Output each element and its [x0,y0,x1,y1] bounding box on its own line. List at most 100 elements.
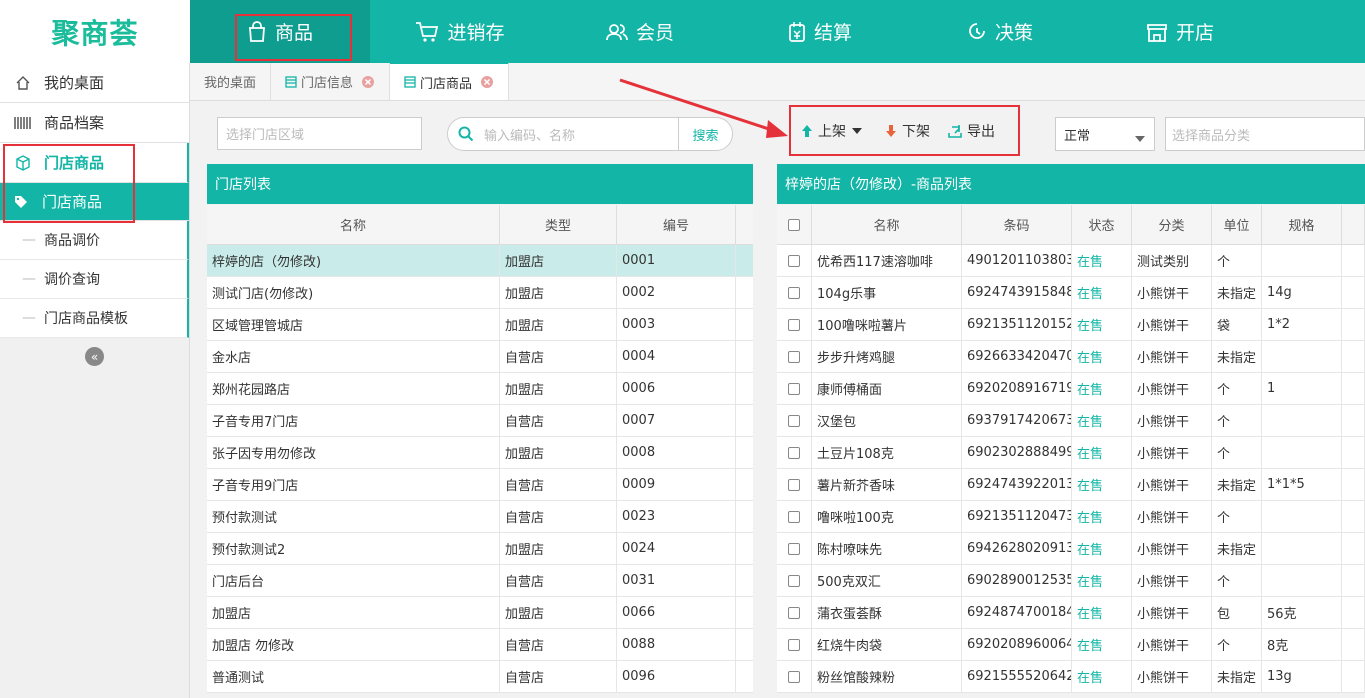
goods-status[interactable]: 在售 [1072,437,1132,468]
table-row[interactable]: 梓婷的店（勿修改) 加盟店 0001 [207,245,753,277]
table-row[interactable]: 门店后台 自营店 0031 [207,565,753,597]
sidebar-item-desk[interactable]: 我的桌面 [0,63,189,103]
sidebar-item-store-goods[interactable]: 门店商品 [0,183,189,221]
goods-status[interactable]: 在售 [1072,469,1132,500]
table-row[interactable]: 普通测试 自营店 0096 [207,661,753,693]
table-row[interactable]: 104g乐事 6924743915848 在售 小熊饼干 未指定 14g [777,277,1365,309]
row-checkbox[interactable] [777,437,812,468]
checkbox[interactable] [788,218,800,231]
goods-status[interactable]: 在售 [1072,597,1132,628]
row-checkbox[interactable] [777,373,812,404]
checkbox[interactable] [788,542,800,555]
goods-status[interactable]: 在售 [1072,405,1132,436]
col-spec[interactable]: 规格 [1262,205,1342,244]
shelve-down-button[interactable]: 下架 [885,121,930,141]
table-row[interactable]: 陈村嘹味先 6942628020913 在售 小熊饼干 未指定 [777,533,1365,565]
row-checkbox[interactable] [777,405,812,436]
row-checkbox[interactable] [777,565,812,596]
goods-status[interactable]: 在售 [1072,565,1132,596]
sidebar-item-template[interactable]: — 门店商品模板 [0,299,189,338]
tab-store-goods[interactable]: 门店商品 [390,62,510,100]
table-row[interactable]: 张子因专用勿修改 加盟店 0008 [207,437,753,469]
checkbox[interactable] [788,446,800,459]
table-row[interactable]: 加盟店 勿修改 自营店 0088 [207,629,753,661]
table-row[interactable]: 区域管理管城店 加盟店 0003 [207,309,753,341]
close-icon[interactable] [361,75,375,89]
table-row[interactable]: 粉丝馆酸辣粉 6921555520642 在售 小熊饼干 未指定 13g [777,661,1365,693]
checkbox[interactable] [788,318,800,331]
table-row[interactable]: 郑州花园路店 加盟店 0006 [207,373,753,405]
checkbox[interactable] [788,382,800,395]
row-checkbox[interactable] [777,245,812,276]
checkbox[interactable] [788,510,800,523]
row-checkbox[interactable] [777,629,812,660]
area-select[interactable]: 选择门店区域 [217,117,422,150]
goods-status[interactable]: 在售 [1072,661,1132,692]
collapse-sidebar-icon[interactable]: « [85,347,104,366]
table-row[interactable]: 红烧牛肉袋 6920208960064 在售 小熊饼干个 8克 [777,629,1365,661]
table-row[interactable]: 100噜咪啦薯片 6921351120152 在售 小熊饼干袋 1*2 [777,309,1365,341]
checkbox[interactable] [788,254,800,267]
nav-decision[interactable]: 决策 [910,0,1090,63]
table-row[interactable]: 汉堡包 6937917420673 在售 小熊饼干个 [777,405,1365,437]
checkbox[interactable] [788,638,800,651]
table-row[interactable]: 加盟店 加盟店 0066 [207,597,753,629]
col-name[interactable]: 名称 [207,205,500,244]
select-all-checkbox[interactable] [777,205,812,244]
table-row[interactable]: 预付款测试2 加盟店 0024 [207,533,753,565]
goods-status[interactable]: 在售 [1072,533,1132,564]
goods-status[interactable]: 在售 [1072,373,1132,404]
table-row[interactable]: 噜咪啦100克 6921351120473 在售 小熊饼干个 [777,501,1365,533]
col-code[interactable]: 编号 [617,205,736,244]
row-checkbox[interactable] [777,533,812,564]
category-select[interactable]: 选择商品分类 [1165,117,1365,151]
nav-inventory[interactable]: 进销存 [370,0,550,63]
table-row[interactable]: 子音专用7门店 自营店 0007 [207,405,753,437]
shelve-up-button[interactable]: 上架 [801,121,867,141]
col-status[interactable]: 状态 [1072,205,1132,244]
close-icon[interactable] [480,75,494,89]
row-checkbox[interactable] [777,277,812,308]
goods-status[interactable]: 在售 [1072,277,1132,308]
table-row[interactable]: 土豆片108克 6902302888499 在售 小熊饼干个 [777,437,1365,469]
sidebar-item-price-query[interactable]: — 调价查询 [0,260,189,299]
goods-status[interactable]: 在售 [1072,245,1132,276]
table-row[interactable]: 500克双汇 6902890012535 在售 小熊饼干个 [777,565,1365,597]
table-row[interactable]: 测试门店(勿修改) 加盟店 0002 [207,277,753,309]
status-select[interactable]: 正常 [1055,117,1155,151]
row-checkbox[interactable] [777,341,812,372]
checkbox[interactable] [788,286,800,299]
checkbox[interactable] [788,670,800,683]
sidebar-group-store-goods[interactable]: 门店商品 [0,143,189,183]
table-row[interactable]: 蒲衣蛋荟酥 6924874700184 在售 小熊饼干包 56克 [777,597,1365,629]
row-checkbox[interactable] [777,309,812,340]
table-row[interactable]: 子音专用9门店 自营店 0009 [207,469,753,501]
export-button[interactable]: 导出 [948,121,995,141]
checkbox[interactable] [788,574,800,587]
table-row[interactable]: 预付款测试 自营店 0023 [207,501,753,533]
row-checkbox[interactable] [777,469,812,500]
table-row[interactable]: 步步升烤鸡腿 6926633420470 在售 小熊饼干 未指定 [777,341,1365,373]
col-barcode[interactable]: 条码 [962,205,1072,244]
col-type[interactable]: 类型 [500,205,617,244]
table-row[interactable]: 薯片新芥香味 6924743922013 在售 小熊饼干 未指定 1*1*5 [777,469,1365,501]
goods-status[interactable]: 在售 [1072,629,1132,660]
nav-members[interactable]: 会员 [550,0,730,63]
row-checkbox[interactable] [777,661,812,692]
table-row[interactable]: 康师傅桶面 6920208916719 在售 小熊饼干个 1 [777,373,1365,405]
row-checkbox[interactable] [777,501,812,532]
sidebar-item-price-adjust[interactable]: — 商品调价 [0,221,189,260]
nav-open-store[interactable]: 开店 [1090,0,1270,63]
checkbox[interactable] [788,606,800,619]
row-checkbox[interactable] [777,597,812,628]
nav-settlement[interactable]: 结算 [730,0,910,63]
table-row[interactable]: 金水店 自营店 0004 [207,341,753,373]
table-row[interactable]: 优希西117速溶咖啡 4901201103803 在售 测试类别个 [777,245,1365,277]
goods-status[interactable]: 在售 [1072,309,1132,340]
nav-goods[interactable]: 商品 [190,0,370,63]
col-category[interactable]: 分类 [1132,205,1212,244]
checkbox[interactable] [788,414,800,427]
goods-status[interactable]: 在售 [1072,341,1132,372]
sidebar-item-archive[interactable]: 商品档案 [0,103,189,143]
tab-desk[interactable]: 我的桌面 [190,63,272,100]
